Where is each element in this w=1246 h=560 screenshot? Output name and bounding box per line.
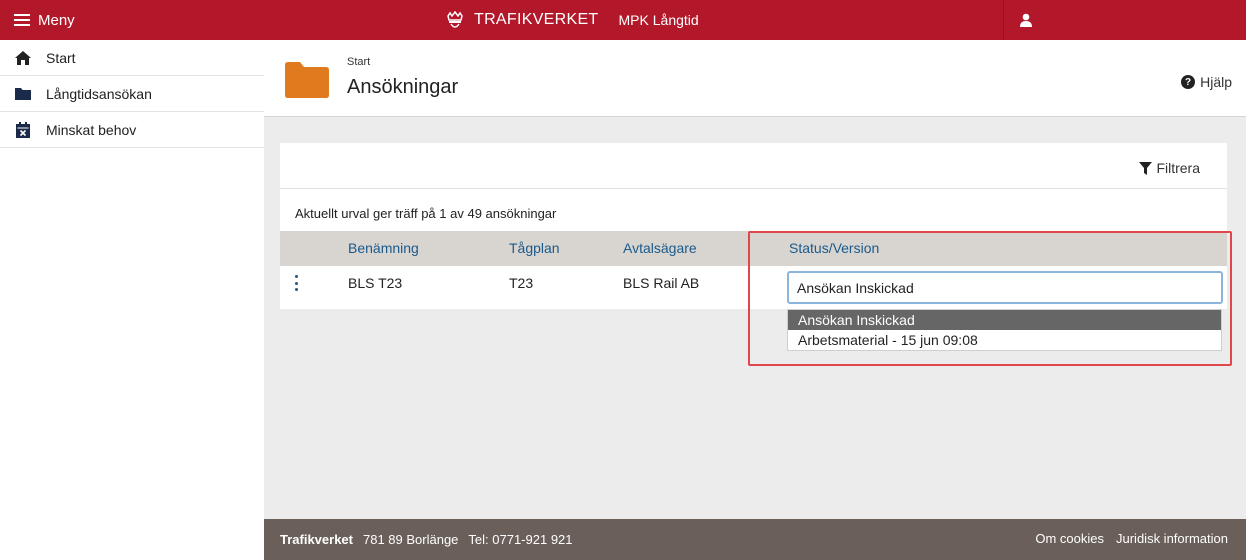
footer-phone: Tel: 0771-921 921 [468, 532, 573, 547]
home-icon [14, 49, 32, 67]
user-icon [1020, 13, 1032, 27]
question-icon: ? [1181, 75, 1196, 89]
row-actions-icon[interactable] [292, 275, 300, 291]
footer: Trafikverket 781 89 Borlänge Tel: 0771-9… [264, 519, 1246, 560]
card-toolbar: Filtrera [280, 143, 1227, 189]
sidebar-item-label: Start [46, 49, 76, 66]
result-count-text: Aktuellt urval ger träff på 1 av 49 ansö… [295, 206, 557, 221]
brand-name: TRAFIKVERKET [474, 11, 599, 28]
filter-button[interactable]: Filtrera [1139, 160, 1200, 176]
menu-button[interactable]: Meny [0, 0, 264, 40]
column-header-avtalsagare[interactable]: Avtalsägare [623, 240, 697, 256]
hamburger-icon [14, 14, 30, 26]
highlight-box [748, 231, 1232, 366]
app-name: MPK Långtid [618, 12, 699, 28]
help-label: Hjälp [1200, 74, 1232, 90]
top-bar: Meny TRAFIKVERKET MPK Långtid [0, 0, 1246, 40]
user-button[interactable] [1003, 0, 1246, 40]
footer-address: 781 89 Borlänge [363, 532, 459, 547]
footer-link-juridisk[interactable]: Juridisk information [1116, 531, 1228, 546]
column-header-tagplan[interactable]: Tågplan [509, 240, 560, 256]
page-folder-icon [285, 62, 329, 98]
column-header-benamning[interactable]: Benämning [348, 240, 419, 256]
calendar-x-icon [14, 121, 32, 139]
menu-label: Meny [38, 11, 75, 29]
brand[interactable]: TRAFIKVERKET MPK Långtid [444, 0, 699, 40]
breadcrumb[interactable]: Start [347, 56, 370, 68]
help-link[interactable]: ? Hjälp [1181, 74, 1232, 90]
crown-logo-icon [447, 10, 463, 28]
sidebar-item-minskat-behov[interactable]: Minskat behov [0, 112, 264, 148]
page-header: Start Ansökningar ? Hjälp [264, 40, 1246, 117]
filter-icon [1139, 161, 1153, 175]
sidebar-item-label: Minskat behov [46, 121, 137, 138]
sidebar-item-start[interactable]: Start [0, 40, 264, 76]
cell-tagplan: T23 [509, 275, 534, 291]
footer-org: Trafikverket [280, 532, 353, 547]
folder-icon [14, 85, 32, 103]
filter-label: Filtrera [1156, 160, 1200, 176]
cell-avtalsagare: BLS Rail AB [623, 275, 700, 291]
sidebar: Start Långtidsansökan Minskat behov [0, 40, 264, 560]
cell-benamning: BLS T23 [348, 275, 403, 291]
sidebar-item-label: Långtidsansökan [46, 85, 152, 102]
sidebar-item-langtidsansokan[interactable]: Långtidsansökan [0, 76, 264, 112]
page-title: Ansökningar [347, 76, 459, 98]
footer-link-cookies[interactable]: Om cookies [1035, 531, 1104, 546]
